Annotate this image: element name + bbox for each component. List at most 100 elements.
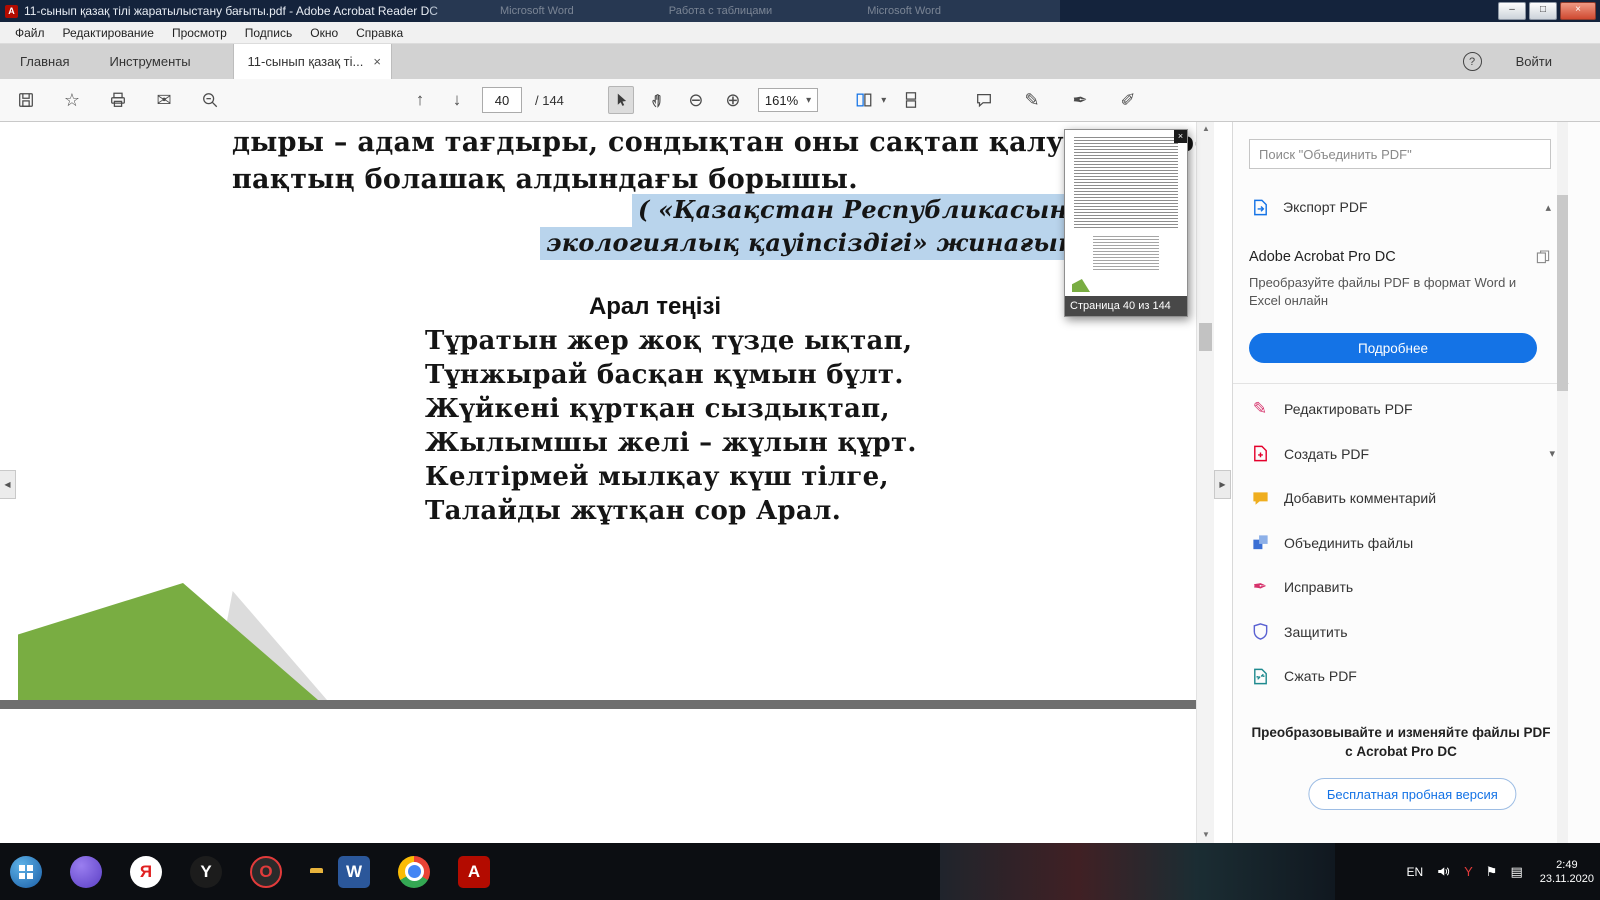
thumbnail-text-block xyxy=(1074,137,1178,229)
zoom-out-icon[interactable]: ⊖ xyxy=(684,87,708,113)
create-pdf-icon xyxy=(1249,443,1271,465)
tab-close-icon[interactable]: × xyxy=(373,54,381,69)
sidebar-item-combine-files[interactable]: Объединить файлы xyxy=(1249,521,1555,566)
edit-pdf-icon: ✎ xyxy=(1249,398,1271,420)
sidebar-item-add-comment[interactable]: Добавить комментарий xyxy=(1249,476,1555,521)
language-indicator[interactable]: EN xyxy=(1406,865,1423,879)
menu-view[interactable]: Просмотр xyxy=(163,26,236,40)
previous-page-icon[interactable]: ↑ xyxy=(408,87,432,113)
zoom-in-icon[interactable]: ⊕ xyxy=(721,87,745,113)
sidebar-item-export-pdf[interactable]: Экспорт PDF ▴ xyxy=(1249,191,1551,223)
panel-scrollbar-thumb[interactable] xyxy=(1557,195,1568,391)
hand-tool-icon[interactable] xyxy=(647,87,671,113)
scroll-down-icon[interactable]: ▼ xyxy=(1197,827,1215,843)
yandex-browser-icon[interactable]: Я xyxy=(130,856,162,888)
tab-tools[interactable]: Инструменты xyxy=(89,54,210,69)
document-page[interactable]: дыры – адам тағдыры, сондықтан оны сақта… xyxy=(0,121,1196,843)
menu-file[interactable]: Файл xyxy=(6,26,54,40)
opera-icon[interactable]: O xyxy=(250,856,282,888)
tab-document[interactable]: 11-сынып қазақ ті... × xyxy=(233,44,392,79)
sidebar-item-label: Защитить xyxy=(1284,624,1348,640)
browser-purple-icon[interactable] xyxy=(70,856,102,888)
chevron-up-icon[interactable]: ▴ xyxy=(1545,201,1551,214)
panel-scrollbar[interactable] xyxy=(1557,121,1568,843)
windows-logo-icon xyxy=(19,865,33,879)
right-pane-toggle[interactable]: ▶ xyxy=(1214,470,1231,499)
favorites-star-icon[interactable]: ☆ xyxy=(60,87,84,113)
add-comment-icon xyxy=(1249,487,1271,509)
maximize-button[interactable]: □ xyxy=(1529,2,1557,20)
sidebar-item-edit-pdf[interactable]: ✎ Редактировать PDF xyxy=(1249,387,1555,432)
sign-in-link[interactable]: Войти xyxy=(1516,54,1552,69)
page-number-input[interactable] xyxy=(482,87,522,113)
start-button[interactable] xyxy=(10,856,42,888)
menu-edit[interactable]: Редактирование xyxy=(54,26,163,40)
sidebar-item-label: Редактировать PDF xyxy=(1284,401,1413,417)
tab-home[interactable]: Главная xyxy=(0,54,89,69)
scrollbar-thumb[interactable] xyxy=(1199,323,1212,351)
taskbar-tray: EN Y ⚑ ▤ 2:49 23.11.2020 xyxy=(1406,843,1594,900)
sidebar-item-compress-pdf[interactable]: Сжать PDF xyxy=(1249,654,1555,699)
promo-line: с Acrobat Pro DC xyxy=(1233,742,1569,761)
pencil-highlight-icon[interactable]: ✎ xyxy=(1020,87,1044,113)
help-icon[interactable]: ? xyxy=(1463,52,1482,71)
document-scrollbar[interactable]: ▲ ▼ xyxy=(1196,121,1214,843)
tools-search-input[interactable] xyxy=(1250,140,1550,168)
page-display-icon[interactable] xyxy=(852,87,876,113)
tab-document-label: 11-сынып қазақ ті... xyxy=(248,54,364,69)
menu-sign[interactable]: Подпись xyxy=(236,26,302,40)
chevron-down-icon[interactable]: ▾ xyxy=(881,95,886,106)
left-pane-toggle[interactable]: ◀ xyxy=(0,470,16,499)
tab-bar-right: ? Войти xyxy=(1463,52,1552,71)
yandex-tray-icon[interactable]: Y xyxy=(1464,864,1473,879)
email-icon[interactable]: ✉ xyxy=(152,87,176,113)
menu-bar: Файл Редактирование Просмотр Подпись Окн… xyxy=(0,22,1600,44)
zoom-search-icon[interactable] xyxy=(198,87,222,113)
free-trial-button[interactable]: Бесплатная пробная версия xyxy=(1308,778,1517,810)
background-window-titles: Microsoft Word Работа с таблицами Micros… xyxy=(430,0,1060,22)
more-details-button[interactable]: Подробнее xyxy=(1249,333,1537,363)
taskbar-wallpaper-patch xyxy=(940,843,1335,900)
acrobat-reader-icon[interactable]: A xyxy=(458,856,490,888)
sidebar-item-protect[interactable]: Защитить xyxy=(1249,610,1555,655)
minimize-button[interactable]: – xyxy=(1498,2,1526,20)
yandex-icon[interactable]: Y xyxy=(190,856,222,888)
acrobat-promo-text: Преобразовывайте и изменяйте файлы PDF с… xyxy=(1233,723,1569,761)
next-page-icon[interactable]: ↓ xyxy=(445,87,469,113)
select-tool-icon[interactable] xyxy=(608,86,634,114)
sidebar-item-fix[interactable]: ✒ Исправить xyxy=(1249,565,1555,610)
poem-text: Тұратын жер жоқ түзде ықтап, Тұнжырай ба… xyxy=(425,324,917,528)
scroll-up-icon[interactable]: ▲ xyxy=(1197,121,1215,137)
scrolling-mode-icon[interactable] xyxy=(899,87,923,113)
sidebar-item-label: Объединить файлы xyxy=(1284,535,1413,551)
close-button[interactable]: × xyxy=(1560,2,1596,20)
taskbar-clock[interactable]: 2:49 23.11.2020 xyxy=(1540,858,1594,886)
flag-icon[interactable]: ⚑ xyxy=(1486,864,1498,880)
page-gap-divider xyxy=(0,700,1196,709)
menu-window[interactable]: Окно xyxy=(301,26,347,40)
zoom-level-dropdown[interactable]: 161% ▾ xyxy=(758,88,818,112)
fill-sign-icon[interactable]: ✒ xyxy=(1068,87,1092,113)
notifications-icon[interactable]: ▤ xyxy=(1510,864,1522,880)
save-icon[interactable] xyxy=(14,87,38,113)
sidebar-divider xyxy=(1233,383,1569,384)
comment-icon[interactable] xyxy=(972,87,996,113)
clock-date: 23.11.2020 xyxy=(1540,872,1594,886)
chevron-down-icon[interactable]: ▾ xyxy=(1549,447,1555,460)
page-thumbnail-popup[interactable]: Страница 40 из 144 × xyxy=(1064,129,1188,317)
thumbnail-text-block xyxy=(1093,236,1159,270)
word-icon[interactable]: W xyxy=(338,856,370,888)
print-icon[interactable] xyxy=(106,87,130,113)
speaker-icon[interactable] xyxy=(1436,864,1451,879)
title-bar: A 11-сынып қазақ тілі жаратылыстану бағы… xyxy=(0,0,1600,22)
thumbnail-close-icon[interactable]: × xyxy=(1174,130,1187,143)
menu-help[interactable]: Справка xyxy=(347,26,412,40)
doc-text-line: пақтың болашақ алдындағы борышы. xyxy=(232,164,858,195)
chrome-icon[interactable] xyxy=(398,856,430,888)
poem-title: Арал теңізі xyxy=(425,293,885,321)
poem-line: Талайды жұтқан сор Арал. xyxy=(425,494,917,528)
poem-line: Келтірмей мылқау күш тілге, xyxy=(425,460,917,494)
annotate-icon[interactable]: ✐ xyxy=(1116,87,1140,113)
sidebar-item-create-pdf[interactable]: Создать PDF ▾ xyxy=(1249,432,1555,477)
clock-time: 2:49 xyxy=(1556,858,1577,872)
